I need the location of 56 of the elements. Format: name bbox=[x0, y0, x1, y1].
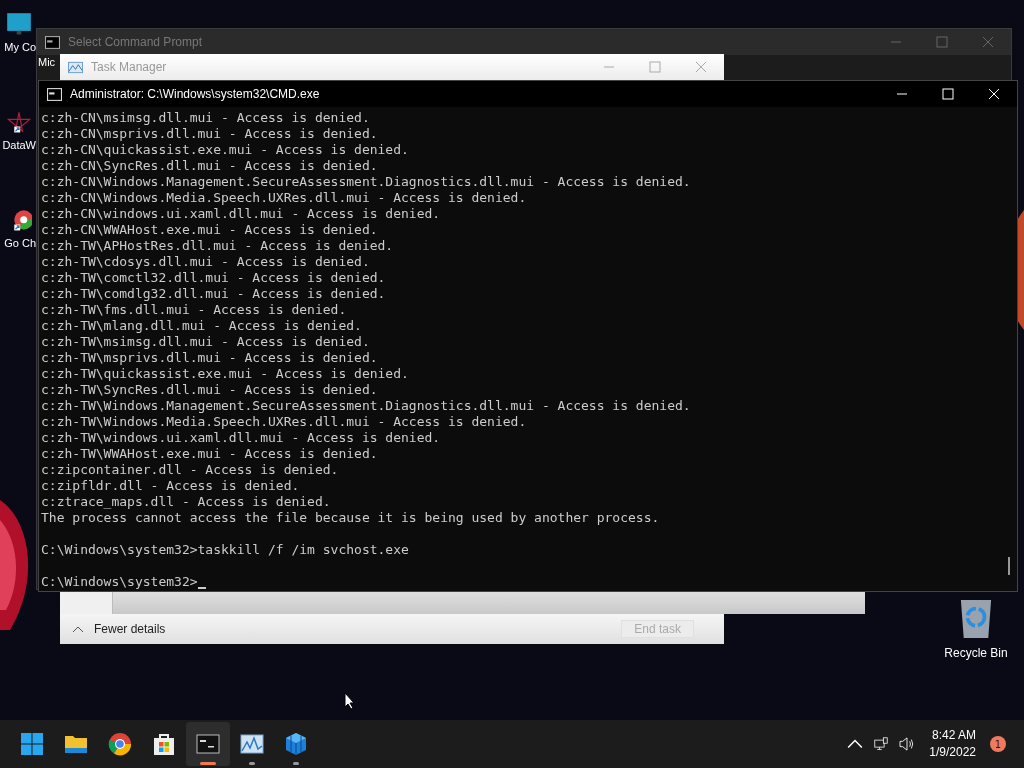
console-line: c:zh-CN\Windows.Media.Speech.UXRes.dll.mui - Access is denied. bbox=[41, 190, 527, 206]
window-title: Task Manager bbox=[91, 60, 167, 74]
terminal-icon bbox=[45, 35, 60, 49]
details-toggle-link[interactable]: Fewer details bbox=[94, 622, 166, 636]
console-line: c:zh-TW\comctl32.dll.mui - Access is denied. bbox=[41, 270, 386, 286]
console-line: c:zh-TW\APHostRes.dll.mui - Access is denied. bbox=[41, 238, 394, 254]
console-line: c:zh-TW\Windows.Management.SecureAssessment.Diagnostics.dll.mui - Access is denied. bbox=[41, 398, 691, 414]
clock-button[interactable]: 8:42 AM 1/9/2022 bbox=[925, 727, 980, 761]
console-line: c:zh-CN\WWAHost.exe.mui - Access is denied. bbox=[41, 222, 378, 238]
console-line: c:zh-TW\mlang.dll.mui - Access is denied. bbox=[41, 318, 362, 334]
start-icon[interactable] bbox=[20, 732, 44, 756]
console-line: C:\Windows\system32>taskkill /f /im svchost.exe bbox=[41, 542, 409, 558]
window-title: Select Command Prompt bbox=[68, 35, 203, 49]
icon-label: My Co bbox=[3, 40, 36, 55]
browser-icon[interactable] bbox=[108, 732, 132, 756]
console-line: c:ztrace_maps.dll - Access is denied. bbox=[41, 494, 331, 510]
console-line: c:zh-TW\WWAHost.exe.mui - Access is denied. bbox=[41, 446, 378, 462]
console-line: c:zh-TW\Windows.Media.Speech.UXRes.dll.mui - Access is denied. bbox=[41, 414, 527, 430]
console-line: c:zh-TW\msimsg.dll.mui - Access is denied. bbox=[41, 334, 370, 350]
console-line: The process cannot access the file because it is being used by another process. bbox=[41, 510, 660, 526]
chevron-up-icon[interactable] bbox=[72, 625, 84, 633]
console-line: c:zipfldr.dll - Access is denied. bbox=[41, 478, 300, 494]
console-line: c:zh-CN\quickassist.exe.mui - Access is denied. bbox=[41, 142, 409, 158]
terminal-icon[interactable] bbox=[196, 732, 220, 756]
notification-badge[interactable]: 1 bbox=[990, 736, 1006, 752]
chart-icon[interactable] bbox=[240, 732, 264, 756]
console-line: c:zh-TW\quickassist.exe.mui - Access is denied. bbox=[41, 366, 409, 382]
scrollbar-thumb[interactable] bbox=[1008, 557, 1010, 575]
cubes-icon[interactable] bbox=[284, 732, 308, 756]
command-prompt: C:\Windows\system32> bbox=[41, 574, 198, 590]
console-line: c:zh-TW\windows.ui.xaml.dll.mui - Access is denied. bbox=[41, 430, 441, 446]
network-icon[interactable] bbox=[873, 737, 890, 751]
window-title: Administrator: C:\Windows\system32\CMD.exe bbox=[70, 87, 320, 101]
icon-label: Mic bbox=[38, 56, 56, 68]
chart-icon bbox=[68, 60, 83, 74]
mouse-pointer-icon bbox=[344, 692, 356, 710]
icon-label: Go Ch bbox=[3, 236, 36, 251]
console-line: c:zh-TW\comdlg32.dll.mui - Access is denied. bbox=[41, 286, 386, 302]
recycle-bin-icon[interactable] bbox=[959, 598, 993, 640]
console-line: c:zh-CN\windows.ui.xaml.dll.mui - Access is denied. bbox=[41, 206, 441, 222]
chevron-up-icon[interactable] bbox=[847, 737, 864, 751]
text-cursor bbox=[197, 587, 206, 589]
shopping-bag-icon[interactable] bbox=[152, 732, 176, 756]
console-line: c:zh-CN\msimsg.dll.mui - Access is denied. bbox=[41, 110, 370, 126]
console-line: c:zh-TW\cdosys.dll.mui - Access is denied. bbox=[41, 254, 370, 270]
console-line: c:zh-CN\SyncRes.dll.mui - Access is denied. bbox=[41, 158, 378, 174]
terminal-icon bbox=[47, 87, 62, 101]
console-line: c:zh-TW\fms.dll.mui - Access is denied. bbox=[41, 302, 347, 318]
icon-label: Recycle Bin bbox=[944, 646, 1008, 660]
console-line: c:zh-CN\msprivs.dll.mui - Access is denied. bbox=[41, 126, 378, 142]
console-line: c:zipcontainer.dll - Access is denied. bbox=[41, 462, 339, 478]
icon-label: DataW bbox=[2, 138, 36, 153]
speaker-icon[interactable] bbox=[899, 737, 916, 751]
console-line: c:zh-CN\Windows.Management.SecureAssessment.Diagnostics.dll.mui - Access is denied. bbox=[41, 174, 691, 190]
console-line: c:zh-TW\msprivs.dll.mui - Access is denied. bbox=[41, 350, 378, 366]
console-line: c:zh-TW\SyncRes.dll.mui - Access is denied. bbox=[41, 382, 378, 398]
